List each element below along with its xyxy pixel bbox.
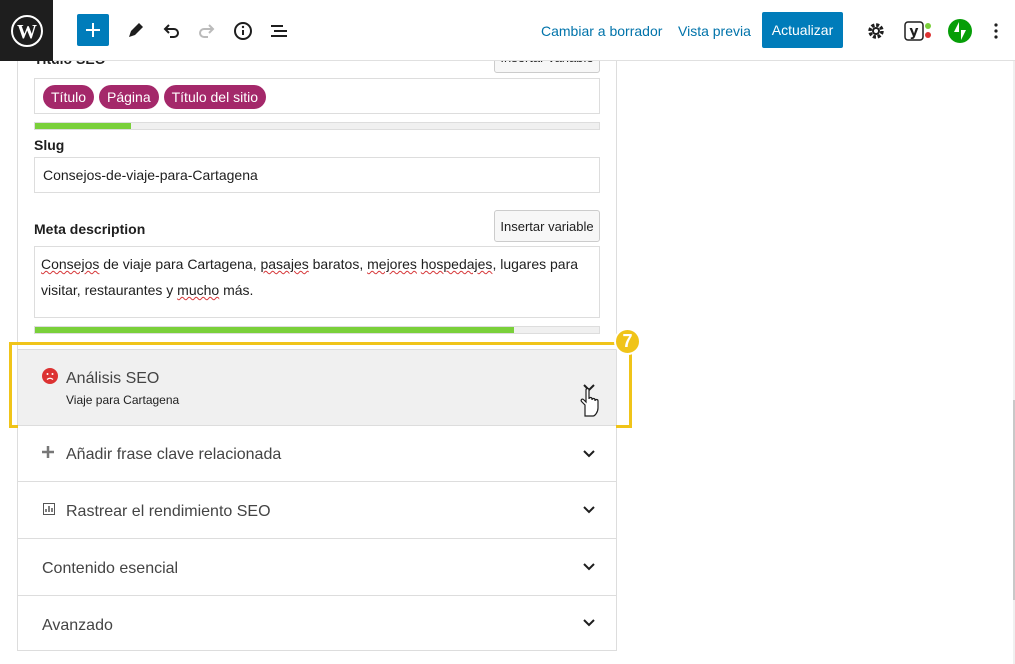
switch-to-draft-button[interactable]: Cambiar a borrador [541,23,662,39]
chevron-down-icon [583,506,595,514]
yoast-icon: y [904,21,931,41]
chevron-down-icon [583,619,595,627]
chevron-down-icon [583,449,595,457]
pencil-icon [129,23,143,37]
cornerstone-content-panel[interactable]: Contenido esencial [18,538,616,595]
meta-description-label: Meta description [34,221,146,237]
page-variable-pill[interactable]: Página [99,85,159,109]
slug-label: Slug [34,137,65,153]
meta-description-progress [34,326,600,334]
gear-icon [868,23,884,39]
more-options-button[interactable] [980,15,1012,47]
undo-icon [163,24,179,38]
seo-title-progress-fill [35,123,131,129]
misspelled-word: mejores [367,256,417,272]
advanced-panel[interactable]: Avanzado [18,595,616,651]
cornerstone-content-title: Contenido esencial [42,560,179,577]
details-button[interactable] [227,15,259,47]
meta-text-segment: más. [219,282,254,298]
meta-description-field[interactable]: Consejos de viaje para Cartagena, pasaje… [34,246,600,318]
tutorial-highlight-frame [9,342,632,428]
meta-text-segment: de viaje para Cartagena, [99,256,261,272]
plus-icon [42,446,54,458]
misspelled-word: mucho [177,282,220,298]
plus-icon [86,23,100,37]
meta-description-text: Consejos de viaje para Cartagena, pasaje… [35,247,599,307]
title-variable-pill[interactable]: Título [43,85,95,109]
undo-button[interactable] [155,15,187,47]
svg-text:y: y [909,24,918,40]
info-icon [234,22,252,40]
related-keyphrase-panel[interactable]: Añadir frase clave relacionada [18,425,616,481]
slug-input[interactable]: Consejos-de-viaje-para-Cartagena [34,157,600,193]
redo-icon [199,24,215,38]
step-number-badge: 7 [614,328,641,355]
redo-button[interactable] [191,15,223,47]
list-view-icon [271,25,287,37]
list-view-button[interactable] [263,15,295,47]
svg-text:W: W [17,21,37,43]
jetpack-icon [948,19,972,43]
track-seo-performance-panel[interactable]: Rastrear el rendimiento SEO [18,481,616,538]
wordpress-icon: W [10,14,43,47]
more-vertical-icon [994,23,998,39]
preview-button[interactable]: Vista previa [678,23,751,39]
wordpress-logo-button[interactable]: W [0,0,53,61]
meta-description-progress-fill [35,327,515,333]
seo-title-field[interactable]: Título Página Título del sitio [34,78,600,114]
editor-toolbar: W Cambiar a borrador Vista previa Actual… [0,0,1015,61]
site-title-variable-pill[interactable]: Título del sitio [163,85,266,109]
advanced-title: Avanzado [42,617,113,634]
meta-text-segment: baratos, [308,256,368,272]
add-block-button[interactable] [77,14,109,46]
insert-variable-meta-button[interactable]: Insertar variable [494,210,600,242]
track-seo-performance-title: Rastrear el rendimiento SEO [66,503,271,520]
update-button[interactable]: Actualizar [762,12,843,48]
misspelled-word: hospedajes [420,256,493,272]
tools-button[interactable] [119,15,151,47]
misspelled-word: Consejos [41,256,100,272]
settings-button[interactable] [860,15,892,47]
chart-icon [43,503,55,515]
chevron-down-icon [583,563,595,571]
seo-title-progress [34,122,600,130]
jetpack-button[interactable] [944,15,976,47]
misspelled-word: pasajes [260,256,309,272]
related-keyphrase-title: Añadir frase clave relacionada [66,446,282,463]
yoast-button[interactable]: y [902,15,934,47]
